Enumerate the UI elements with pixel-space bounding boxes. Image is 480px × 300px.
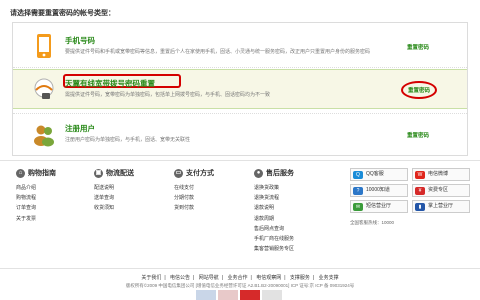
page-prompt: 请选择需要重置密码的帐号类型： xyxy=(10,10,115,17)
reset-password-link[interactable]: 重置密码 xyxy=(407,43,429,51)
footer-col-title: 购物指南 xyxy=(28,170,56,177)
weibo-icon: W xyxy=(415,171,425,179)
footer-link[interactable]: 退换货政策 xyxy=(254,184,294,194)
card-icon: ▭ xyxy=(174,168,183,178)
footer-link[interactable]: 订单查询 xyxy=(16,204,56,214)
footer-link[interactable]: 分期付款 xyxy=(174,194,214,204)
bottom-link[interactable]: 支撑服务 xyxy=(290,275,310,281)
footer-link[interactable]: 手机厂商在线服务 xyxy=(254,235,294,245)
option-desc: 要提供证件号码和手机或宽带密码等信息，重置后个人在家使用手机，固话、小灵通与统一… xyxy=(65,49,371,55)
zhidao-button[interactable]: ? 10000知道 xyxy=(350,184,408,197)
bottom-link[interactable]: 关于我们 xyxy=(141,275,161,281)
bottom-link[interactable]: 业务支撑 xyxy=(319,275,339,281)
broadband-globe-icon xyxy=(34,78,54,99)
weibo-button[interactable]: W 电信微博 xyxy=(412,168,470,181)
footer-link[interactable]: 货到付款 xyxy=(174,204,214,214)
footer-link[interactable]: 收货须知 xyxy=(94,204,134,214)
location-icon: ● xyxy=(254,168,263,178)
bottom-link[interactable]: 业务合作 xyxy=(227,275,247,281)
bottom-links: 关于我们 | 电信公告 | 网站导航 | 业务合作 | 电信观察网 | 支撑服务 | 业务支… xyxy=(141,275,339,281)
divider xyxy=(13,113,467,114)
users-icon xyxy=(34,125,54,147)
option-desc: 需提供证件号码，宽带密码为单独密码，包括单上网拨号密码，与手机、固话密码均为不一… xyxy=(65,92,271,98)
qq-icon: Q xyxy=(353,171,363,179)
mobile-phone-icon xyxy=(37,34,51,58)
copyright: 版权所有©2009 中国电信集团公司 [增值电信业务经营许可证 A2.B1.B2… xyxy=(125,283,355,288)
option-title: 手机号码 xyxy=(65,36,95,45)
footer-link[interactable]: 配送说明 xyxy=(94,184,134,194)
reset-password-link[interactable]: 重置密码 xyxy=(401,81,438,99)
footer-link[interactable]: 退款说明 xyxy=(254,204,294,214)
tariff-icon: ¥ xyxy=(415,187,425,195)
divider xyxy=(13,67,467,68)
mobile-hall-icon: ▮ xyxy=(415,203,425,211)
footer-col-payment: ▭ 支付方式 在线支付 分期付款 货到付款 xyxy=(174,168,214,215)
footer-divider xyxy=(0,160,480,161)
sms-icon: ✉ xyxy=(353,203,363,211)
footer-col-title: 支付方式 xyxy=(186,170,214,177)
option-mobile[interactable]: 手机号码 要提供证件号码和手机或宽带密码等信息，重置后个人在家使用手机，固话、小… xyxy=(13,27,467,67)
qq-service-button[interactable]: Q QQ客服 xyxy=(350,168,408,181)
tariff-button[interactable]: ¥ 资费专区 xyxy=(412,184,470,197)
cart-icon: ⌂ xyxy=(16,168,25,178)
footer-link[interactable]: 关于发票 xyxy=(16,215,56,225)
zhidao-icon: ? xyxy=(353,187,363,195)
footer-link[interactable]: 退换货流程 xyxy=(254,194,294,204)
page: 请选择需要重置密码的帐号类型： 手机号码 要提供证件号码和手机或宽带密码等信息，… xyxy=(0,0,480,300)
option-broadband[interactable]: 天翼有线宽带拨号密码重置 需提供证件号码，宽带密码为单独密码，包括单上网拨号密码… xyxy=(13,69,467,109)
hotline-text: 全国客服热线：10000 xyxy=(350,220,395,225)
bottom-link[interactable]: 网站导航 xyxy=(199,275,219,281)
footer-link[interactable]: 退款周期 xyxy=(254,215,294,225)
option-title: 注册用户 xyxy=(65,124,95,133)
footer-link[interactable]: 购物流程 xyxy=(16,194,56,204)
trust-badges xyxy=(196,290,282,300)
footer-link[interactable]: 售后网点查询 xyxy=(254,225,294,235)
truck-icon: ▣ xyxy=(94,168,103,178)
footer-link[interactable]: 商品介绍 xyxy=(16,184,56,194)
option-registered-user[interactable]: 注册用户 注册用户密码为单独密码，与手机，固话、宽带无关联性 重置密码 xyxy=(13,115,467,155)
footer-col-title: 售后服务 xyxy=(266,170,294,177)
bottom-link[interactable]: 电信观察网 xyxy=(256,275,281,281)
badge-icon[interactable] xyxy=(262,290,282,300)
footer-col-title: 物流配送 xyxy=(106,170,134,177)
footer-col-aftersale: ● 售后服务 退换货政策 退换货流程 退款说明 退款周期 售后网点查询 手机厂商在… xyxy=(254,168,294,255)
mobile-hall-button[interactable]: ▮ 掌上营业厅 xyxy=(412,200,470,213)
badge-icon[interactable] xyxy=(240,290,260,300)
badge-icon[interactable] xyxy=(196,290,216,300)
reset-password-link[interactable]: 重置密码 xyxy=(407,131,429,139)
footer-link[interactable]: 送单查询 xyxy=(94,194,134,204)
footer-link[interactable]: 在线支付 xyxy=(174,184,214,194)
footer-col-shopping: ⌂ 购物指南 商品介绍 购物流程 订单查询 关于发票 xyxy=(16,168,56,225)
bottom-divider xyxy=(0,268,480,269)
account-type-options: 手机号码 要提供证件号码和手机或宽带密码等信息，重置后个人在家使用手机，固话、小… xyxy=(12,22,468,156)
bottom-link[interactable]: 电信公告 xyxy=(170,275,190,281)
option-desc: 注册用户密码为单独密码，与手机，固话、宽带无关联性 xyxy=(65,137,191,143)
badge-icon[interactable] xyxy=(218,290,238,300)
option-title: 天翼有线宽带拨号密码重置 xyxy=(65,79,155,88)
footer-col-delivery: ▣ 物流配送 配送说明 送单查询 收货须知 xyxy=(94,168,134,215)
sms-hall-button[interactable]: ✉ 短信营业厅 xyxy=(350,200,408,213)
footer-link[interactable]: 集客营销服务专区 xyxy=(254,245,294,255)
